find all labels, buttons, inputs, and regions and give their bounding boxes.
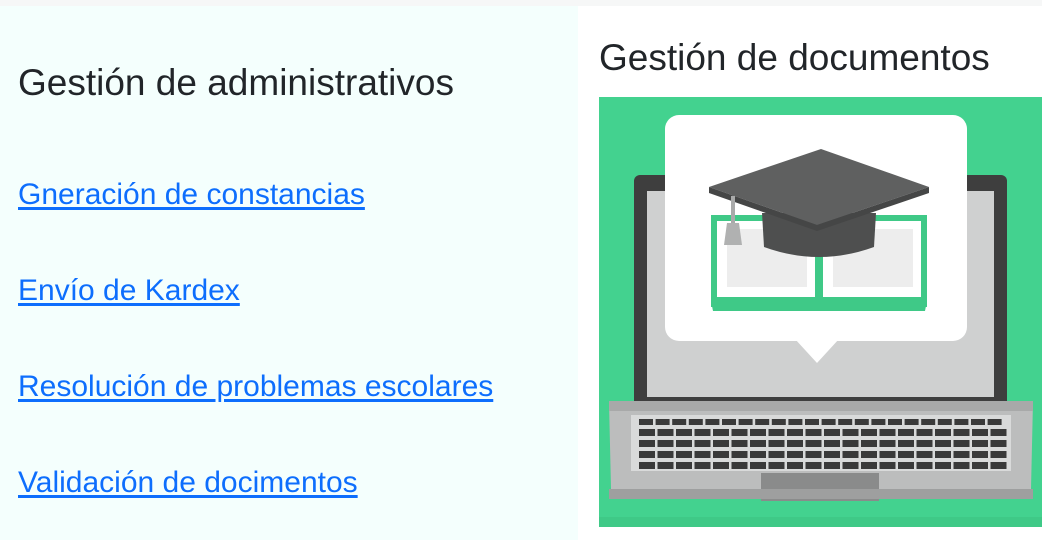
link-constancias[interactable]: Gneración de constancias <box>18 178 365 212</box>
link-problemas-escolares[interactable]: Resolución de problemas escolares <box>18 370 493 404</box>
link-kardex[interactable]: Envío de Kardex <box>18 274 240 308</box>
link-validacion-documentos[interactable]: Validación de docimentos <box>18 466 358 500</box>
administrative-section: Gestión de administrativos Gneración de … <box>0 6 578 540</box>
administrative-title: Gestión de administrativos <box>18 62 454 103</box>
documents-title: Gestión de documentos <box>599 37 990 78</box>
laptop-graduation-cap-icon <box>599 97 1042 527</box>
documents-section: Gestión de documentos <box>578 6 1042 540</box>
